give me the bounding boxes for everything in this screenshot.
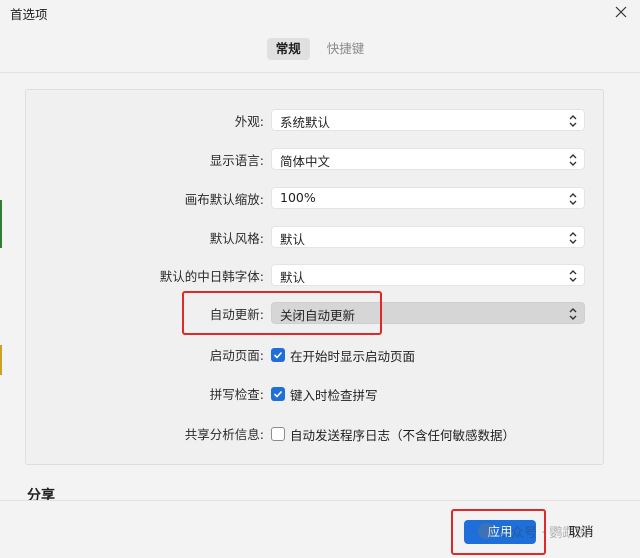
updown-chevron-icon <box>569 193 577 205</box>
appearance-row: 外观: 系统默认 <box>26 109 603 131</box>
cjk-font-row: 默认的中日韩字体: 默认 <box>26 264 603 286</box>
annotation-highlight-auto-update <box>182 291 382 335</box>
spellcheck-row: 拼写检查: 键入时检查拼写 <box>26 382 603 404</box>
tab-bar: 常规 快捷键 <box>0 38 640 64</box>
analytics-checkbox-label: 自动发送程序日志（不含任何敏感数据） <box>290 427 516 443</box>
close-icon <box>615 6 627 18</box>
analytics-checkbox[interactable]: 自动发送程序日志（不含任何敏感数据） <box>271 425 515 443</box>
language-row: 显示语言: 简体中文 <box>26 148 603 170</box>
startup-page-label: 启动页面: <box>209 348 264 363</box>
dialog-footer: 应用 取消 公众号 · 鹦鹉侠 <box>0 500 640 558</box>
cjk-font-value: 默认 <box>280 270 306 285</box>
appearance-select[interactable]: 系统默认 <box>271 109 585 131</box>
analytics-row: 共享分析信息: 自动发送程序日志（不含任何敏感数据） <box>26 422 603 444</box>
language-value: 简体中文 <box>280 154 331 169</box>
canvas-zoom-label: 画布默认缩放: <box>184 192 264 207</box>
updown-chevron-icon <box>569 232 577 244</box>
default-style-select[interactable]: 默认 <box>271 226 585 248</box>
language-select[interactable]: 简体中文 <box>271 148 585 170</box>
startup-page-checkbox[interactable]: 在开始时显示启动页面 <box>271 346 415 364</box>
spellcheck-label: 拼写检查: <box>209 387 264 402</box>
divider <box>0 72 640 73</box>
checkbox-checked-icon <box>271 348 285 362</box>
appearance-label: 外观: <box>234 114 264 129</box>
background-window-edge <box>0 345 2 375</box>
default-style-value: 默认 <box>280 232 306 247</box>
tab-general[interactable]: 常规 <box>266 38 310 60</box>
default-style-row: 默认风格: 默认 <box>26 226 603 248</box>
annotation-highlight-apply <box>451 509 546 555</box>
updown-chevron-icon <box>569 115 577 127</box>
cjk-font-label: 默认的中日韩字体: <box>159 269 264 284</box>
checkbox-checked-icon <box>271 387 285 401</box>
canvas-zoom-value: 100% <box>280 190 316 205</box>
updown-chevron-icon <box>569 308 577 320</box>
tab-shortcuts[interactable]: 快捷键 <box>318 38 374 60</box>
cjk-font-select[interactable]: 默认 <box>271 264 585 286</box>
analytics-label: 共享分析信息: <box>184 427 264 442</box>
title-bar: 首选项 <box>0 0 640 24</box>
appearance-value: 系统默认 <box>280 115 331 130</box>
window-title: 首选项 <box>10 7 48 22</box>
startup-page-row: 启动页面: 在开始时显示启动页面 <box>26 343 603 365</box>
checkbox-unchecked-icon <box>271 427 285 441</box>
canvas-zoom-row: 画布默认缩放: 100% <box>26 187 603 209</box>
updown-chevron-icon <box>569 270 577 282</box>
default-style-label: 默认风格: <box>209 231 264 246</box>
canvas-zoom-select[interactable]: 100% <box>271 187 585 209</box>
updown-chevron-icon <box>569 154 577 166</box>
cancel-button[interactable]: 取消 <box>553 520 609 544</box>
background-window-edge <box>0 200 2 248</box>
language-label: 显示语言: <box>209 153 264 168</box>
spellcheck-checkbox-label: 键入时检查拼写 <box>290 387 378 403</box>
general-settings-panel: 外观: 系统默认 显示语言: 简体中文 画布默认缩放: 100% 默认风格: 默… <box>25 89 604 465</box>
startup-page-checkbox-label: 在开始时显示启动页面 <box>290 348 416 364</box>
close-button[interactable] <box>610 2 632 22</box>
spellcheck-checkbox[interactable]: 键入时检查拼写 <box>271 385 378 403</box>
